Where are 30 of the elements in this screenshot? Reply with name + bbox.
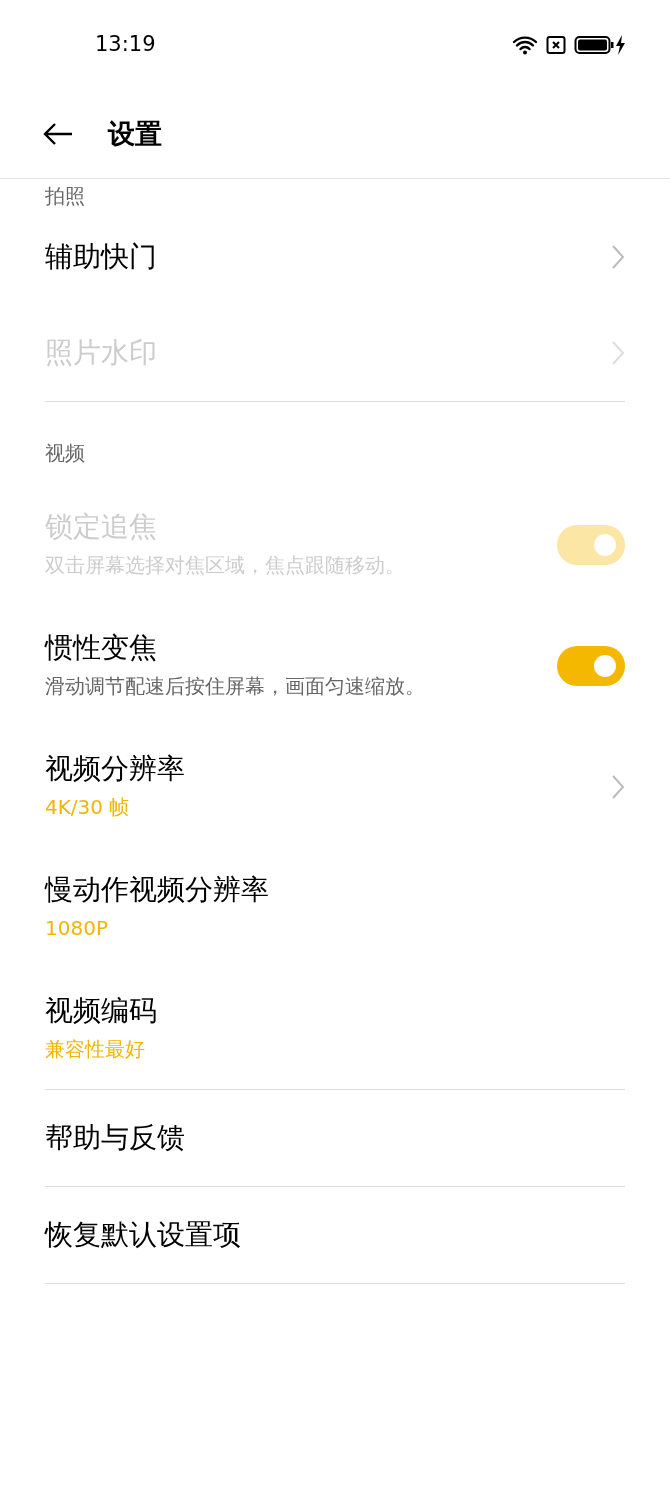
setting-title: 惯性变焦 <box>45 630 158 667</box>
settings-row[interactable]: 辅助快门 <box>45 209 625 305</box>
settings-row[interactable]: 惯性变焦 滑动调节配速后按住屏幕，画面匀速缩放。 <box>45 605 625 726</box>
section-header: 拍照 <box>45 183 86 209</box>
setting-title: 帮助与反馈 <box>45 1119 186 1156</box>
no-sim-icon <box>546 35 566 55</box>
setting-value: 1080P <box>45 914 109 942</box>
setting-value: 4K/30 帧 <box>45 793 131 821</box>
setting-title: 辅助快门 <box>45 238 158 275</box>
chevron-right-icon <box>611 340 625 366</box>
settings-row[interactable]: 视频编码 兼容性最好 <box>45 968 625 1089</box>
settings-row[interactable]: 恢复默认设置项 <box>45 1187 625 1283</box>
battery-charging-icon <box>574 34 628 56</box>
setting-description: 滑动调节配速后按住屏幕，画面匀速缩放。 <box>45 672 426 700</box>
section-header: 视频 <box>45 440 86 467</box>
chevron-right-icon <box>611 773 625 800</box>
toggle-switch[interactable] <box>557 645 625 686</box>
page-title: 设置 <box>108 116 162 151</box>
settings-row[interactable]: 视频分辨率 4K/30 帧 <box>45 726 625 847</box>
setting-title: 恢复默认设置项 <box>45 1216 242 1253</box>
setting-title: 慢动作视频分辨率 <box>45 872 270 909</box>
setting-title: 视频分辨率 <box>45 751 186 788</box>
chevron-right-icon <box>611 244 625 270</box>
settings-row[interactable]: 帮助与反馈 <box>45 1090 625 1186</box>
status-time: 13:19 <box>95 31 156 59</box>
wifi-icon <box>512 35 538 55</box>
settings-row[interactable]: 慢动作视频分辨率 1080P <box>45 847 625 968</box>
setting-value: 兼容性最好 <box>45 1035 146 1063</box>
back-button[interactable] <box>42 122 74 146</box>
setting-title: 视频编码 <box>45 993 158 1030</box>
